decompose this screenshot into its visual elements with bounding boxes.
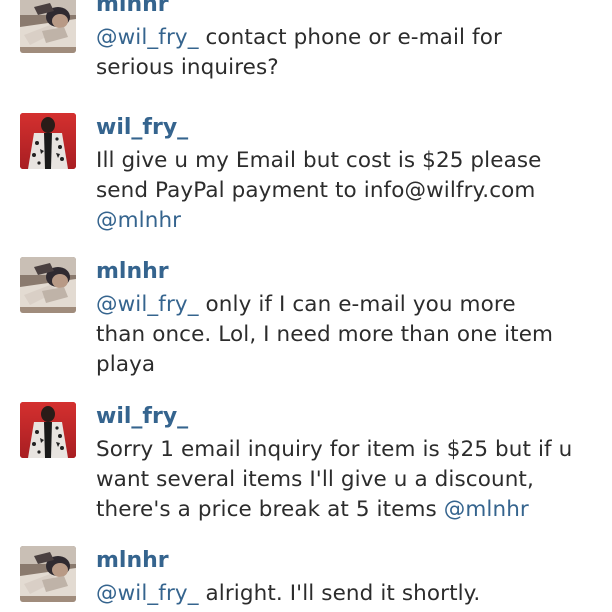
comment-username[interactable]: mlnhr	[96, 546, 596, 576]
comment-username[interactable]: mlnhr	[96, 0, 596, 20]
comment-text-segment: only if I can e-mail you more	[198, 292, 516, 317]
comment-text: @wil_fry_ alright. I'll send it shortly.	[96, 579, 596, 609]
man-lying-photo-icon	[20, 546, 76, 602]
man-lying-photo-icon	[20, 0, 76, 53]
comment-text-segment: want several items I'll give u a discoun…	[96, 467, 534, 493]
comment-text-line: serious inquires?	[96, 53, 596, 83]
comment-text-segment: than once. Lol, I need more than one ite…	[96, 322, 554, 348]
comment-text-segment: send PayPal payment to info@wilfry.com	[96, 178, 536, 204]
comment-text-line: @wil_fry_ alright. I'll send it shortly.	[96, 579, 596, 609]
comment-text-line: @wil_fry_ contact phone or e-mail for	[96, 23, 596, 53]
comment-text: Sorry 1 email inquiry for item is $25 bu…	[96, 435, 596, 526]
red-jacket-photo-icon	[20, 402, 76, 458]
comment-text-segment: contact phone or e-mail for	[198, 25, 502, 50]
comment-text-line: @wil_fry_ only if I can e-mail you more	[96, 290, 596, 320]
man-lying-photo-icon	[20, 257, 76, 313]
user-mention-link[interactable]: @wil_fry_	[96, 292, 199, 317]
comment-text: @wil_fry_ contact phone or e-mail for ser…	[96, 23, 596, 83]
avatar[interactable]	[20, 113, 76, 169]
user-mention-link[interactable]: @wil_fry_	[96, 25, 199, 50]
comment-text-segment: there's a price break at 5 items	[96, 497, 444, 523]
comment-text-line: want several items I'll give u a discoun…	[96, 465, 596, 495]
comment-text-segment: Sorry 1 email inquiry for item is $25 bu…	[96, 437, 573, 462]
avatar[interactable]	[20, 546, 76, 602]
comment-text-segment: serious inquires?	[96, 55, 279, 81]
avatar[interactable]	[20, 257, 76, 313]
comment-text-line: Ill give u my Email but cost is $25 plea…	[96, 146, 596, 176]
comment-text-segment: Ill give u my Email but cost is $25 plea…	[96, 148, 542, 173]
user-mention-link[interactable]: @mlnhr	[96, 208, 181, 233]
avatar[interactable]	[20, 402, 76, 458]
comment-username[interactable]: mlnhr	[96, 257, 596, 287]
red-jacket-photo-icon	[20, 113, 76, 169]
comments-list: mlnhr @wil_fry_ contact phone or e-mail …	[0, 0, 612, 612]
avatar[interactable]	[20, 0, 76, 53]
comment-text-line: playa	[96, 350, 596, 380]
comment-text: Ill give u my Email but cost is $25 plea…	[96, 146, 596, 237]
comment-text-line: there's a price break at 5 items @mlnhr	[96, 495, 596, 525]
comment-text-line: send PayPal payment to info@wilfry.com	[96, 176, 596, 206]
comment-text: @wil_fry_ only if I can e-mail you more t…	[96, 290, 596, 381]
comment-username[interactable]: wil_fry_	[96, 113, 596, 143]
user-mention-link[interactable]: @wil_fry_	[96, 581, 199, 606]
comment-text-line: Sorry 1 email inquiry for item is $25 bu…	[96, 435, 596, 465]
user-mention-link[interactable]: @mlnhr	[444, 497, 529, 522]
comment-text-line: than once. Lol, I need more than one ite…	[96, 320, 596, 350]
comment-text-segment: alright. I'll send it shortly.	[198, 581, 481, 606]
comment-text-line: @mlnhr	[96, 206, 596, 236]
comment-username[interactable]: wil_fry_	[96, 402, 596, 432]
comment-text-segment: playa	[96, 352, 156, 378]
